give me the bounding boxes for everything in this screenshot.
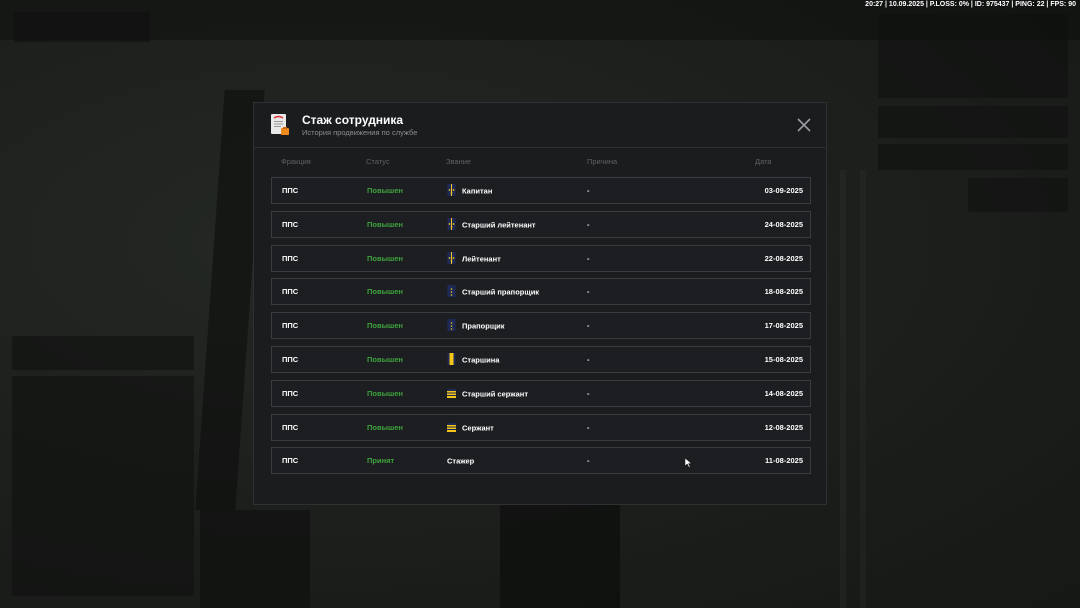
row-rank: Сержант [447, 415, 494, 440]
officer-shoulder-strap-icon [447, 251, 456, 264]
employee-tenure-modal: Стаж сотрудника История продвижения по с… [253, 102, 827, 505]
row-status: Повышен [367, 287, 403, 297]
row-rank: Старший сержант [447, 381, 528, 406]
row-rank-name: Прапорщик [462, 321, 505, 331]
row-reason: - [587, 388, 590, 398]
officer-shoulder-strap-icon [447, 184, 456, 197]
row-date: 15-08-2025 [764, 355, 803, 364]
table-header: Фракция Статус Звание Причина Дата [254, 157, 826, 169]
warrant-shoulder-strap-icon [447, 285, 456, 298]
table-row: ППС Принят Стажер - 11-08-2025 [271, 447, 811, 475]
row-status: Повышен [367, 355, 403, 364]
column-header-date: Дата [755, 157, 772, 166]
row-status: Принят [367, 456, 395, 466]
row-reason: - [587, 287, 590, 297]
column-header-faction: Фракция [281, 157, 311, 166]
modal-title: Стаж сотрудника [302, 113, 404, 127]
close-icon[interactable] [796, 117, 812, 133]
row-rank-name: Сержант [462, 423, 494, 433]
row-faction: ППС [282, 253, 299, 263]
table-row: ППС Повышен Старший прапорщик - 18-08-2025 [271, 278, 811, 306]
row-rank: Стажер [447, 448, 474, 473]
modal-subtitle: История продвижения по службе [302, 128, 418, 137]
column-header-status: Статус [366, 157, 390, 166]
row-date: 18-08-2025 [764, 287, 803, 297]
row-status: Повышен [367, 253, 403, 263]
row-rank: Лейтенант [447, 246, 501, 271]
row-rank: Капитан [447, 178, 492, 203]
row-faction: ППС [282, 186, 299, 195]
row-date: 03-09-2025 [764, 186, 803, 195]
row-date: 22-08-2025 [764, 253, 803, 263]
table-row: ППС Повышен Старший сержант - 14-08-2025 [271, 379, 811, 407]
row-rank: Старшина [447, 347, 499, 372]
row-date: 17-08-2025 [764, 321, 803, 331]
row-faction: ППС [282, 321, 299, 331]
row-faction: ППС [282, 355, 299, 364]
sergeant-shoulder-strap-icon [447, 422, 456, 432]
table-row: ППС Повышен Старшина - 15-08-2025 [271, 346, 811, 373]
row-reason: - [587, 253, 590, 263]
row-rank-name: Старший прапорщик [462, 287, 540, 297]
table-row: ППС Повышен Лейтенант - 22-08-2025 [271, 244, 811, 272]
modal-header: Стаж сотрудника История продвижения по с… [254, 103, 826, 148]
row-reason: - [587, 186, 590, 195]
row-rank-name: Капитан [462, 186, 493, 196]
row-rank: Прапорщик [447, 313, 505, 338]
row-reason: - [587, 456, 590, 466]
row-status: Повышен [367, 321, 403, 331]
row-reason: - [587, 219, 590, 229]
row-status: Повышен [367, 186, 403, 195]
row-rank-name: Старшина [462, 355, 500, 365]
row-faction: ППС [282, 456, 299, 466]
row-faction: ППС [282, 287, 299, 297]
row-rank-name: Стажер [447, 456, 475, 466]
row-reason: - [587, 355, 590, 364]
mouse-cursor-icon [685, 458, 693, 468]
sergeant-major-shoulder-strap-icon [447, 353, 456, 366]
row-faction: ППС [282, 219, 299, 229]
sergeant-shoulder-strap-icon [447, 388, 456, 398]
row-faction: ППС [282, 388, 299, 398]
table-row: ППС Повышен Старший лейтенант - 24-08-2025 [271, 210, 811, 238]
row-rank-name: Старший сержант [462, 389, 529, 399]
table-row: ППС Повышен Сержант - 12-08-2025 [271, 413, 811, 441]
row-reason: - [587, 422, 590, 432]
officer-shoulder-strap-icon [447, 217, 456, 230]
warrant-shoulder-strap-icon [447, 319, 456, 332]
row-status: Повышен [367, 422, 403, 432]
row-rank-name: Старший лейтенант [462, 220, 536, 230]
row-status: Повышен [367, 219, 403, 229]
column-header-rank: Звание [446, 157, 472, 166]
row-rank-name: Лейтенант [462, 254, 501, 264]
row-faction: ППС [282, 422, 299, 432]
row-date: 24-08-2025 [764, 219, 803, 229]
column-header-reason: Причина [587, 157, 618, 166]
row-date: 14-08-2025 [764, 388, 803, 398]
row-date: 11-08-2025 [765, 456, 803, 466]
row-status: Повышен [367, 388, 403, 398]
hud-status-line: 20:27 | 10.09.2025 | P.LOSS: 0% | ID: 97… [865, 1, 1076, 8]
row-reason: - [587, 321, 590, 331]
table-row: ППС Повышен Прапорщик - 17-08-2025 [271, 312, 811, 340]
row-rank: Старший прапорщик [447, 279, 539, 304]
row-rank: Старший лейтенант [447, 212, 536, 237]
document-icon [271, 114, 289, 135]
row-date: 12-08-2025 [764, 422, 803, 432]
table-row: ППС Повышен Капитан - 03-09-2025 [271, 177, 811, 204]
